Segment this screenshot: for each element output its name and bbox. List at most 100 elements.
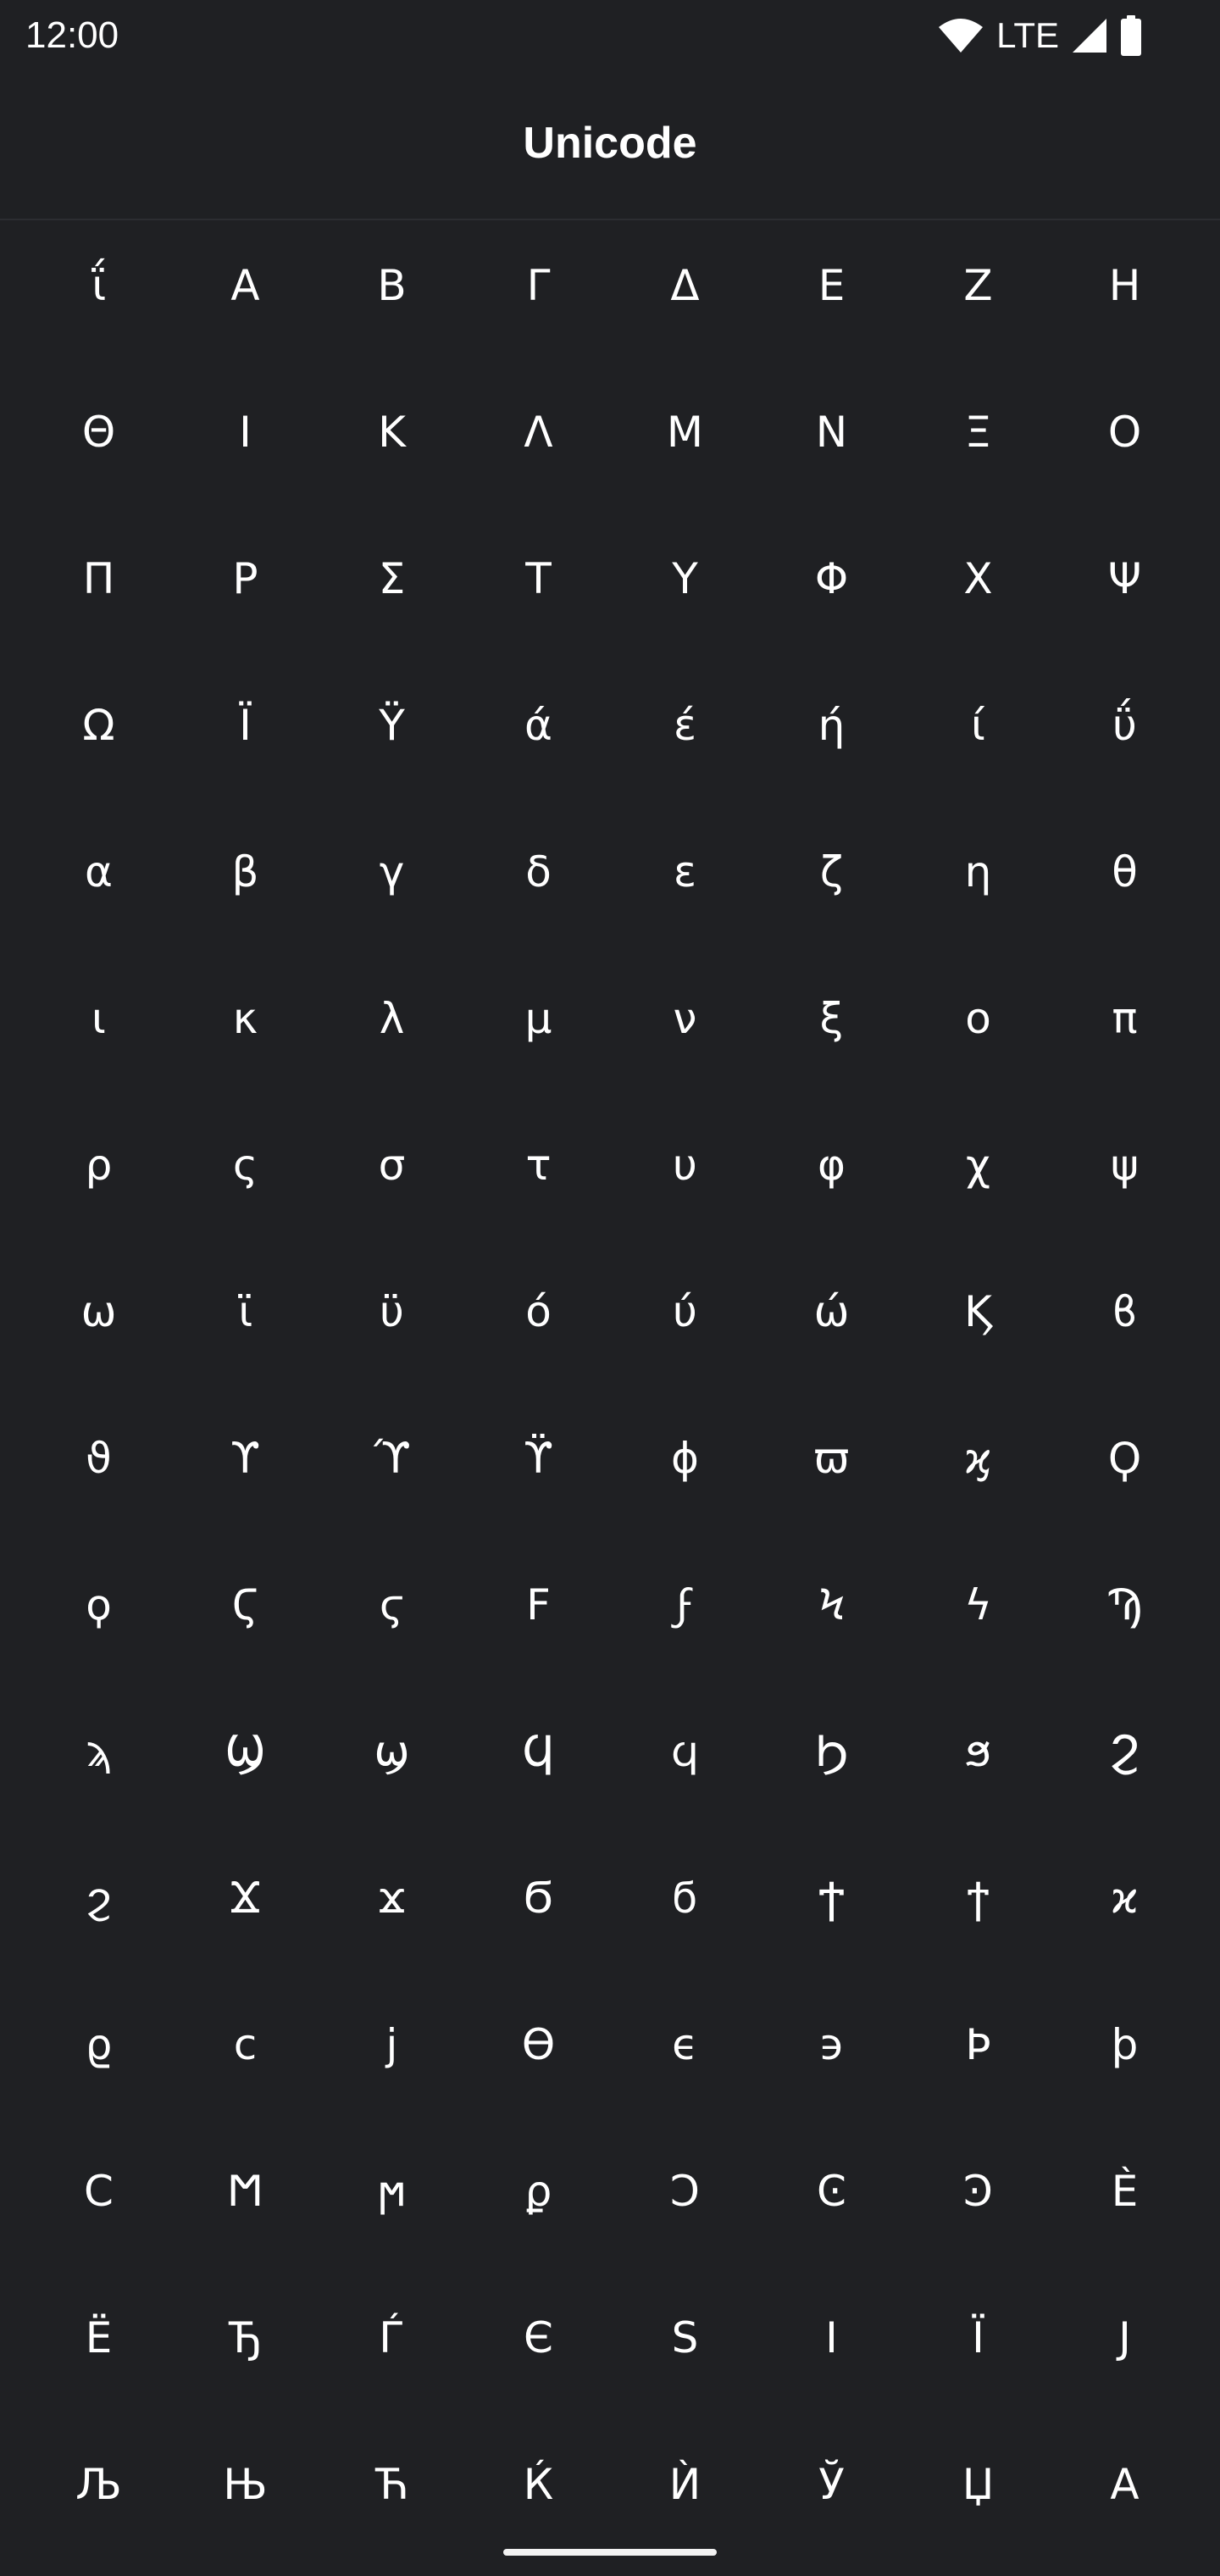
home-indicator[interactable] [503, 2549, 717, 2556]
character-cell[interactable]: Ϥ [465, 1678, 612, 1824]
character-cell[interactable]: θ [1051, 798, 1198, 945]
character-cell[interactable]: Џ [905, 2411, 1051, 2557]
character-cell[interactable]: ε [612, 798, 758, 945]
character-cell[interactable]: ω [25, 1238, 172, 1385]
character-cell[interactable]: ί [905, 652, 1051, 798]
character-cell[interactable]: Ν [758, 358, 905, 505]
character-cell[interactable]: ϵ [612, 1971, 758, 2118]
character-cell[interactable]: φ [758, 1091, 905, 1238]
character-cell[interactable]: Α [172, 212, 319, 358]
character-cell[interactable]: Θ [25, 358, 172, 505]
character-cell[interactable]: ρ [25, 1091, 172, 1238]
character-cell[interactable]: Χ [905, 505, 1051, 652]
character-cell[interactable]: Ћ [319, 2411, 465, 2557]
character-cell[interactable]: Ω [25, 652, 172, 798]
character-cell[interactable]: α [25, 798, 172, 945]
character-cell[interactable]: ϒ [172, 1385, 319, 1531]
character-cell[interactable]: І [758, 2264, 905, 2411]
character-cell[interactable]: Ρ [172, 505, 319, 652]
character-cell[interactable]: ϐ [1051, 1238, 1198, 1385]
character-cell[interactable]: Ι [172, 358, 319, 505]
character-cell[interactable]: ϙ [25, 1531, 172, 1678]
character-cell[interactable]: ϩ [25, 1824, 172, 1971]
character-cell[interactable]: ϊ [172, 1238, 319, 1385]
character-cell[interactable]: Ї [905, 2264, 1051, 2411]
character-cell[interactable]: ΐ [25, 212, 172, 358]
character-cell[interactable]: Ѐ [1051, 2118, 1198, 2264]
character-cell[interactable]: Ϫ [172, 1824, 319, 1971]
character-cell[interactable]: Μ [612, 358, 758, 505]
character-cell[interactable]: Ђ [172, 2264, 319, 2411]
character-cell[interactable]: ϗ [905, 1385, 1051, 1531]
character-cell[interactable]: ώ [758, 1238, 905, 1385]
character-cell[interactable]: Ϭ [465, 1824, 612, 1971]
character-cell[interactable]: Ў [758, 2411, 905, 2557]
character-cell[interactable]: ύ [612, 1238, 758, 1385]
character-cell[interactable]: ι [25, 945, 172, 1091]
character-cell[interactable]: Ϩ [1051, 1678, 1198, 1824]
character-cell[interactable]: ψ [1051, 1091, 1198, 1238]
character-cell[interactable]: Ϗ [905, 1238, 1051, 1385]
character-cell[interactable]: Ј [1051, 2264, 1198, 2411]
character-cell[interactable]: ϴ [465, 1971, 612, 2118]
character-cell[interactable]: Ѕ [612, 2264, 758, 2411]
character-cell[interactable]: μ [465, 945, 612, 1091]
character-cell[interactable]: ϼ [465, 2118, 612, 2264]
character-cell[interactable]: Λ [465, 358, 612, 505]
character-cell[interactable]: Њ [172, 2411, 319, 2557]
character-cell[interactable]: Η [1051, 212, 1198, 358]
character-cell[interactable]: Ϻ [172, 2118, 319, 2264]
character-cell[interactable]: δ [465, 798, 612, 945]
character-cell[interactable]: Є [465, 2264, 612, 2411]
character-cell[interactable]: ζ [758, 798, 905, 945]
character-cell[interactable]: ϖ [758, 1385, 905, 1531]
character-cell[interactable]: ϲ [172, 1971, 319, 2118]
character-cell[interactable]: ϣ [319, 1678, 465, 1824]
character-cell[interactable]: υ [612, 1091, 758, 1238]
character-cell[interactable]: ϑ [25, 1385, 172, 1531]
character-cell[interactable]: ν [612, 945, 758, 1091]
character-cell[interactable]: Љ [25, 2411, 172, 2557]
character-cell[interactable]: Ѓ [319, 2264, 465, 2411]
character-cell[interactable]: Γ [465, 212, 612, 358]
character-cell[interactable]: Β [319, 212, 465, 358]
character-cell[interactable]: Ͼ [758, 2118, 905, 2264]
character-cell[interactable]: π [1051, 945, 1198, 1091]
character-cell[interactable]: Τ [465, 505, 612, 652]
character-cell[interactable]: Ϛ [172, 1531, 319, 1678]
character-cell[interactable]: ϭ [612, 1824, 758, 1971]
character-cell[interactable]: ϔ [465, 1385, 612, 1531]
character-cell[interactable]: Ϝ [465, 1531, 612, 1678]
character-cell[interactable]: Ё [25, 2264, 172, 2411]
character-cell[interactable]: λ [319, 945, 465, 1091]
character-cell[interactable]: Ϟ [758, 1531, 905, 1678]
character-cell[interactable]: Ќ [465, 2411, 612, 2557]
character-cell[interactable]: Ξ [905, 358, 1051, 505]
character-cell[interactable]: ϻ [319, 2118, 465, 2264]
character-cell[interactable]: ϥ [612, 1678, 758, 1824]
character-cell[interactable]: Ϊ [172, 652, 319, 798]
character-cell[interactable]: ϟ [905, 1531, 1051, 1678]
character-cell[interactable]: Κ [319, 358, 465, 505]
character-cell[interactable]: ή [758, 652, 905, 798]
character-cell[interactable]: β [172, 798, 319, 945]
character-cell[interactable]: ϝ [612, 1531, 758, 1678]
character-cell[interactable]: ο [905, 945, 1051, 1091]
character-cell[interactable]: ϓ [319, 1385, 465, 1531]
character-cell[interactable]: ξ [758, 945, 905, 1091]
character-cell[interactable]: Ζ [905, 212, 1051, 358]
character-cell[interactable]: ϱ [25, 1971, 172, 2118]
character-cell[interactable]: Ͻ [612, 2118, 758, 2264]
character-cell[interactable]: Ε [758, 212, 905, 358]
character-cell[interactable]: ϯ [905, 1824, 1051, 1971]
character-cell[interactable]: Ͽ [905, 2118, 1051, 2264]
character-cell[interactable]: А [1051, 2411, 1198, 2557]
character-cell[interactable]: Ѝ [612, 2411, 758, 2557]
character-cell[interactable]: Ϋ [319, 652, 465, 798]
character-cell[interactable]: ΰ [1051, 652, 1198, 798]
character-cell[interactable]: ά [465, 652, 612, 798]
character-cell[interactable]: Δ [612, 212, 758, 358]
character-cell[interactable]: ϛ [319, 1531, 465, 1678]
character-cell[interactable]: ϧ [905, 1678, 1051, 1824]
character-cell[interactable]: η [905, 798, 1051, 945]
